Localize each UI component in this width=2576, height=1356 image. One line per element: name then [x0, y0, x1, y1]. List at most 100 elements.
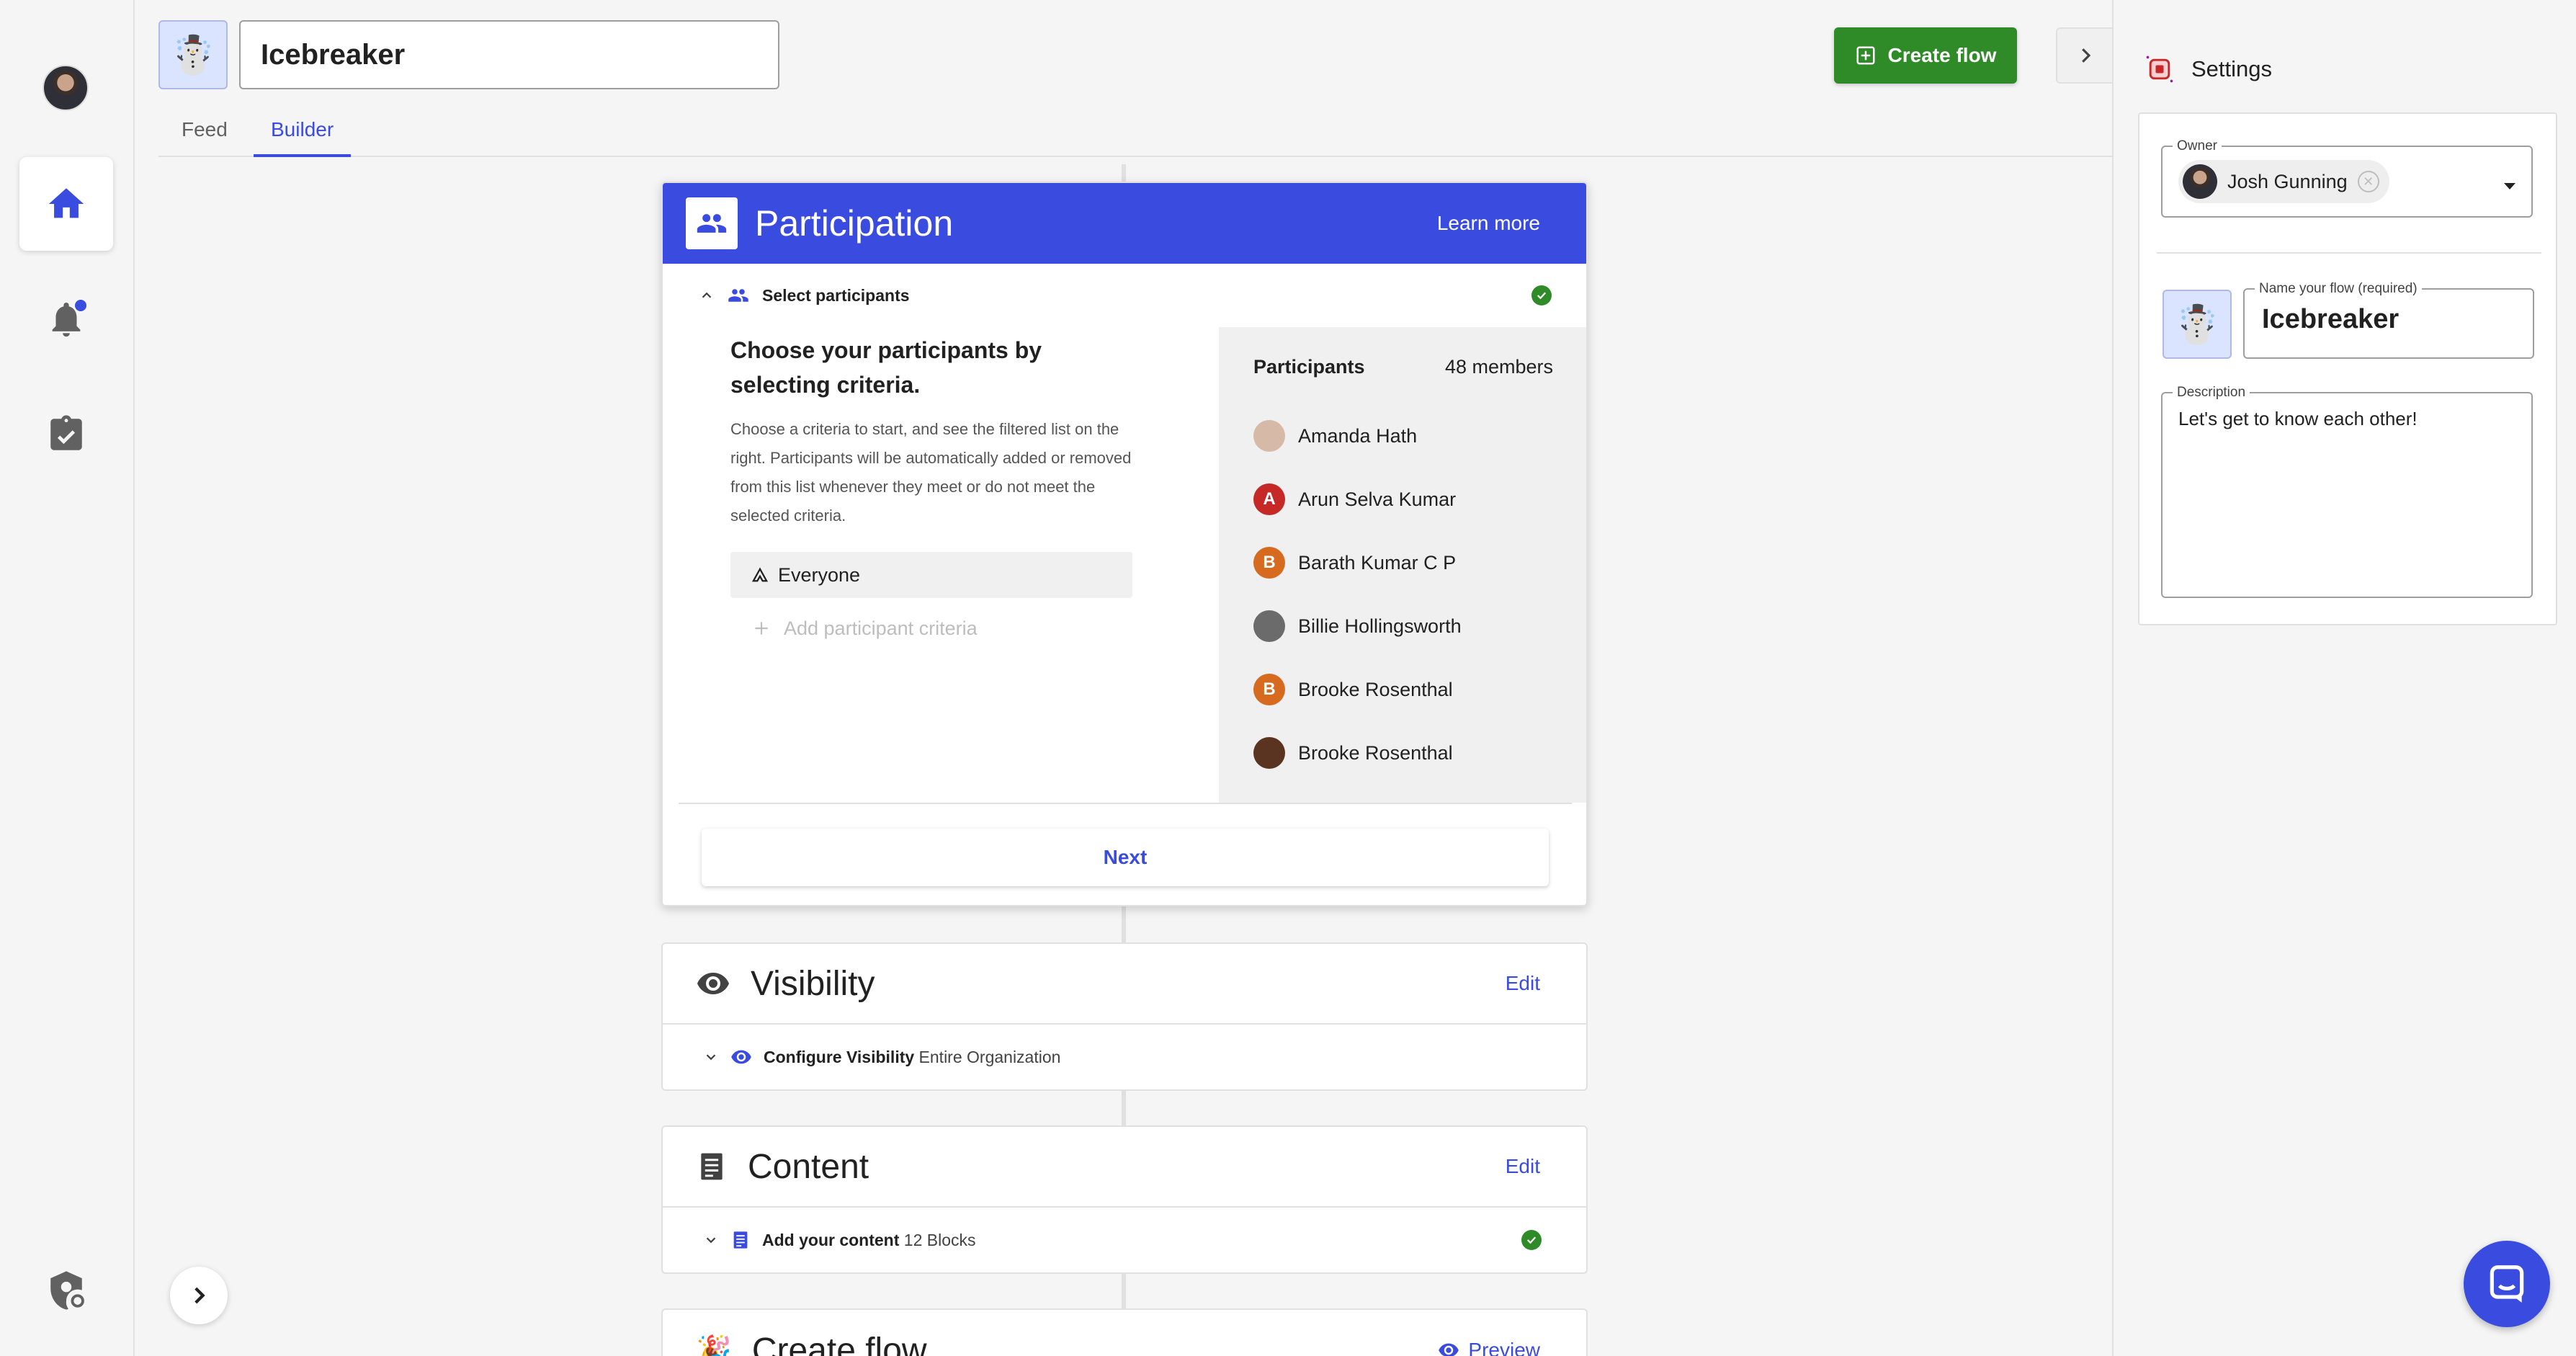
- criteria-section: Choose your participants by selecting cr…: [730, 327, 1134, 651]
- participants-list: Participants 48 members Amanda Hath A Arun…: [1219, 327, 1586, 803]
- content-card: Content Edit Add your content 12 Blocks: [661, 1125, 1588, 1274]
- settings-panel: Settings Owner Josh Gunning ✕ ☃️ Name yo…: [2112, 0, 2576, 1356]
- visibility-title: Visibility: [751, 964, 875, 1003]
- learn-more-link[interactable]: Learn more: [1437, 212, 1540, 235]
- people-icon: [686, 197, 738, 249]
- participant-row: B Barath Kumar C P: [1253, 531, 1553, 594]
- divider: [2157, 252, 2541, 254]
- shield-gear-icon: [50, 1271, 84, 1310]
- participant-avatar: [1253, 737, 1285, 769]
- add-participant-criteria-button[interactable]: Add participant criteria: [730, 605, 1134, 651]
- participant-row: Amanda Hath: [1253, 404, 1553, 468]
- admin-settings-nav-button[interactable]: [19, 1244, 113, 1337]
- participant-row: A Arun Selva Kumar: [1253, 468, 1553, 531]
- settings-header: Settings: [2144, 53, 2272, 85]
- document-list-icon: [733, 1231, 748, 1249]
- check-circle-icon: [1521, 1230, 1542, 1250]
- visibility-edit-button[interactable]: Edit: [1506, 972, 1540, 995]
- owner-select[interactable]: Owner Josh Gunning ✕: [2161, 138, 2533, 218]
- members-count: 48 members: [1444, 356, 1553, 378]
- flow-name-value: Icebreaker: [2262, 304, 2400, 334]
- add-content-row[interactable]: Add your content 12 Blocks: [663, 1208, 1586, 1272]
- participant-row: Billie Hollingsworth: [1253, 594, 1553, 658]
- participant-avatar: A: [1253, 483, 1285, 515]
- visibility-card: Visibility Edit Configure Visibility Ent…: [661, 942, 1588, 1091]
- divider: [679, 803, 1572, 804]
- chevron-right-icon: [194, 1287, 205, 1304]
- content-title: Content: [748, 1147, 869, 1186]
- flow-emoji-picker[interactable]: ☃️: [2163, 290, 2232, 359]
- create-flow-label: Create flow: [1887, 44, 1997, 66]
- notifications-nav-button[interactable]: [19, 272, 113, 366]
- participant-avatar: [1253, 610, 1285, 642]
- remove-owner-icon[interactable]: ✕: [2357, 171, 2379, 192]
- home-icon: [48, 188, 84, 218]
- content-edit-button[interactable]: Edit: [1506, 1155, 1540, 1178]
- description-field[interactable]: Description Let's get to know each other…: [2161, 385, 2533, 598]
- notification-dot: [75, 300, 86, 311]
- home-nav-button[interactable]: [19, 157, 113, 251]
- select-participants-row[interactable]: Select participants: [663, 264, 1586, 327]
- description-value: Let's get to know each other!: [2178, 408, 2418, 429]
- tab-builder[interactable]: Builder: [254, 118, 352, 157]
- settings-title: Settings: [2191, 56, 2273, 81]
- flow-name-field[interactable]: Name your flow (required) Icebreaker: [2243, 281, 2534, 359]
- criteria-everyone-label: Everyone: [778, 563, 861, 586]
- tent-icon: [752, 567, 768, 582]
- criteria-everyone[interactable]: Everyone: [730, 552, 1132, 598]
- participation-card: Participation Learn more Select particip…: [661, 182, 1588, 906]
- participation-description: Choose a criteria to start, and see the …: [730, 420, 1132, 525]
- owner-label: Owner: [2173, 138, 2222, 154]
- dropdown-arrow-icon[interactable]: [2504, 183, 2515, 189]
- participation-body: Choose your participants by selecting cr…: [663, 327, 1586, 803]
- expand-nav-button[interactable]: [170, 1267, 228, 1324]
- participation-heading: Choose your participants by selecting cr…: [730, 337, 1042, 398]
- participant-row: Brooke Rosenthal: [1253, 721, 1553, 785]
- create-flow-button[interactable]: Create flow: [1834, 27, 2017, 84]
- tasks-nav-button[interactable]: [19, 388, 113, 481]
- chevron-right-icon: [2082, 48, 2091, 63]
- document-list-icon: [701, 1153, 723, 1180]
- add-criteria-label: Add participant criteria: [784, 617, 978, 639]
- content-blocks-count: 12 Blocks: [903, 1230, 976, 1249]
- participant-name: Billie Hollingsworth: [1298, 615, 1462, 637]
- participant-name: Brooke Rosenthal: [1298, 678, 1453, 700]
- add-content-label: Add your content: [762, 1230, 900, 1249]
- chevron-up-icon: [702, 292, 712, 298]
- flow-title-input[interactable]: Icebreaker: [239, 20, 779, 89]
- left-nav-rail: [0, 0, 135, 1356]
- user-avatar[interactable]: [43, 65, 89, 111]
- next-button[interactable]: Next: [702, 829, 1549, 886]
- chat-icon: [2490, 1265, 2524, 1303]
- participant-row: B Brooke Rosenthal: [1253, 658, 1553, 721]
- settings-panel-toggle[interactable]: [2056, 27, 2114, 84]
- create-flow-card: 🎉 Create flow Preview: [661, 1308, 1588, 1356]
- participation-header: Participation Learn more: [663, 183, 1586, 264]
- configure-visibility-row[interactable]: Configure Visibility Entire Organization: [663, 1025, 1586, 1089]
- owner-name: Josh Gunning: [2227, 170, 2348, 192]
- settings-form: Owner Josh Gunning ✕ ☃️ Name your flow (…: [2138, 112, 2557, 625]
- participant-name: Brooke Rosenthal: [1298, 741, 1453, 764]
- plus-icon: [755, 622, 768, 635]
- owner-avatar: [2183, 164, 2217, 199]
- eye-icon: [697, 973, 729, 994]
- tab-bar: Feed Builder: [158, 108, 2112, 157]
- chevron-down-icon: [706, 1054, 716, 1061]
- select-participants-label: Select participants: [762, 285, 910, 305]
- participant-name: Arun Selva Kumar: [1298, 488, 1457, 510]
- party-icon: 🎉: [696, 1334, 732, 1356]
- participant-name: Barath Kumar C P: [1298, 551, 1457, 574]
- preview-label: Preview: [1468, 1339, 1540, 1356]
- participation-title: Participation: [755, 203, 954, 244]
- preview-button[interactable]: Preview: [1438, 1339, 1540, 1356]
- flow-emoji-button[interactable]: ☃️: [158, 20, 228, 89]
- owner-chip: Josh Gunning ✕: [2178, 160, 2389, 203]
- configure-visibility-label: Configure Visibility: [764, 1047, 915, 1066]
- create-flow-title: Create flow: [751, 1331, 927, 1356]
- tab-feed[interactable]: Feed: [164, 118, 245, 157]
- chat-support-button[interactable]: [2464, 1241, 2550, 1327]
- participant-avatar: B: [1253, 547, 1285, 579]
- check-circle-icon: [1531, 285, 1552, 305]
- participant-name: Amanda Hath: [1298, 424, 1418, 447]
- participant-avatar: [1253, 420, 1285, 452]
